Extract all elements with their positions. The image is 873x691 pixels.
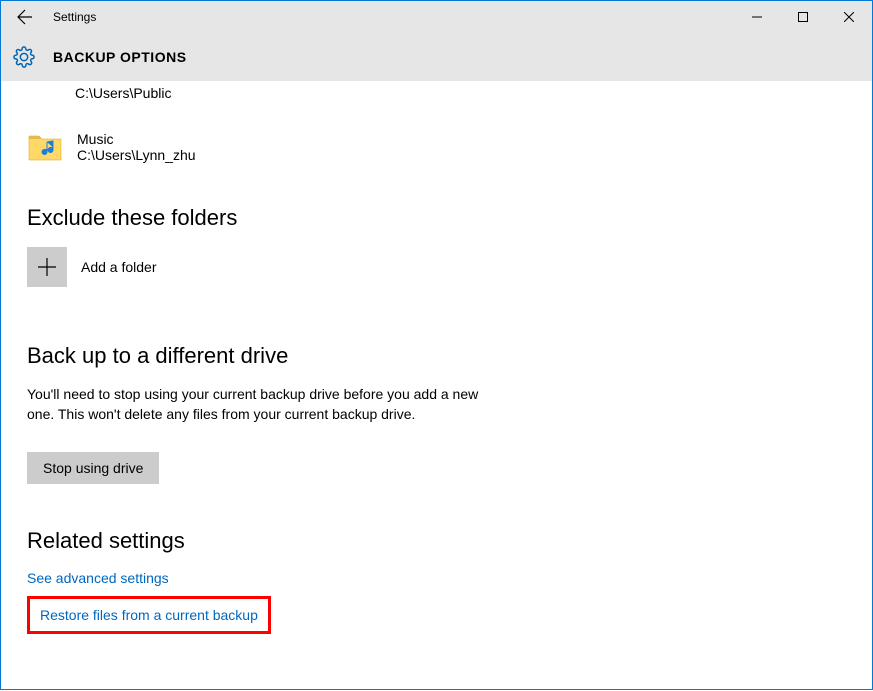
highlight-annotation: Restore files from a current backup: [27, 596, 271, 634]
different-drive-body: You'll need to stop using your current b…: [27, 385, 487, 424]
stop-using-drive-button[interactable]: Stop using drive: [27, 452, 159, 484]
page-title: BACKUP OPTIONS: [53, 49, 187, 65]
folder-item-music[interactable]: Music C:\Users\Lynn_zhu: [27, 125, 846, 169]
back-arrow-icon: [17, 9, 33, 25]
folder-path: C:\Users\Lynn_zhu: [77, 147, 196, 163]
minimize-icon: [752, 12, 762, 22]
back-button[interactable]: [1, 1, 49, 33]
window-title: Settings: [53, 10, 96, 24]
different-drive-heading: Back up to a different drive: [27, 343, 846, 369]
plus-icon: [38, 258, 56, 276]
folder-name: Music: [77, 131, 196, 147]
maximize-icon: [798, 12, 808, 22]
titlebar: Settings: [1, 1, 872, 33]
gear-icon: [13, 46, 35, 68]
header-bar: BACKUP OPTIONS: [1, 33, 872, 81]
restore-files-link[interactable]: Restore files from a current backup: [40, 607, 258, 623]
see-advanced-settings-link[interactable]: See advanced settings: [27, 570, 846, 586]
add-folder-button[interactable]: Add a folder: [27, 247, 846, 287]
music-folder-icon: [27, 129, 63, 165]
minimize-button[interactable]: [734, 1, 780, 33]
add-folder-label: Add a folder: [81, 259, 157, 275]
window-controls: [734, 1, 872, 33]
folder-path-partial[interactable]: C:\Users\Public: [75, 85, 846, 101]
close-button[interactable]: [826, 1, 872, 33]
exclude-heading: Exclude these folders: [27, 205, 846, 231]
content-area: C:\Users\Public Music C:\Users\Lynn_zhu …: [1, 81, 872, 691]
folder-text: Music C:\Users\Lynn_zhu: [77, 131, 196, 163]
close-icon: [844, 12, 854, 22]
related-settings-heading: Related settings: [27, 528, 846, 554]
maximize-button[interactable]: [780, 1, 826, 33]
plus-icon-box: [27, 247, 67, 287]
